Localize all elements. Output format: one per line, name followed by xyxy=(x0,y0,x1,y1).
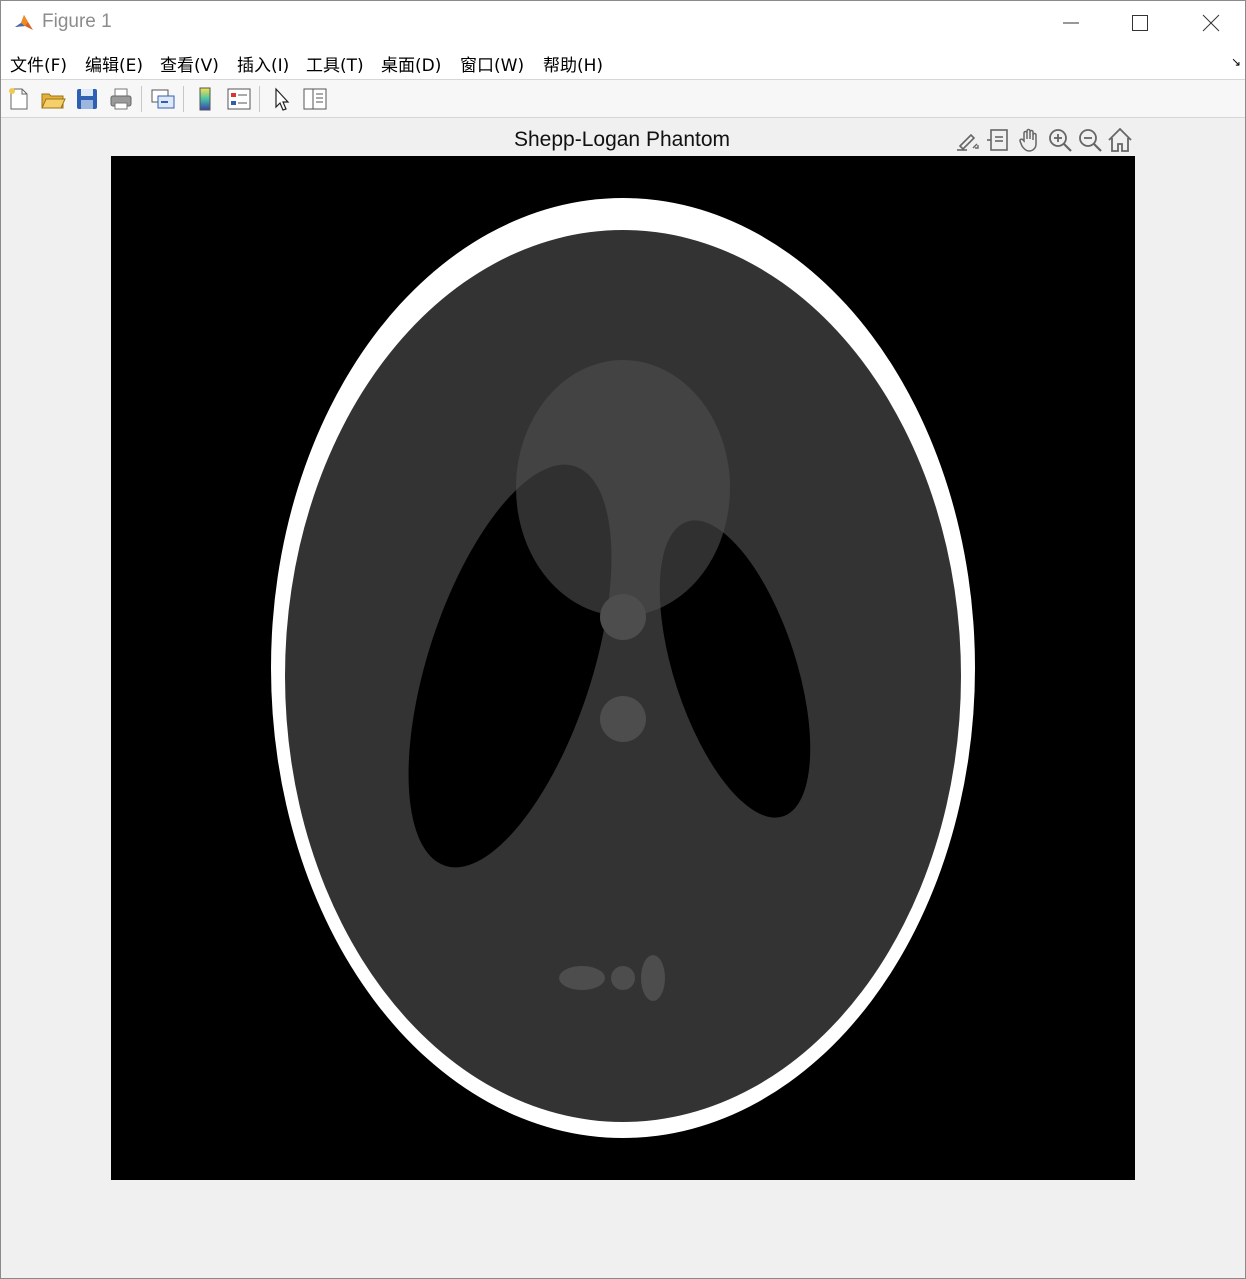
axes-toolbar xyxy=(954,126,1136,154)
upper-ellipse xyxy=(516,360,730,616)
edit-plot-pointer-icon[interactable] xyxy=(267,85,295,113)
menu-view[interactable]: 查看(V) xyxy=(160,51,219,76)
small-circle-lower xyxy=(600,696,646,742)
maximize-button[interactable] xyxy=(1110,1,1170,45)
bottom-center-circle xyxy=(611,966,635,990)
print-icon[interactable] xyxy=(107,85,135,113)
menu-edit[interactable]: 编辑(E) xyxy=(85,51,143,76)
colorbar-icon[interactable] xyxy=(191,85,219,113)
data-tips-icon[interactable] xyxy=(985,126,1013,154)
window-title: Figure 1 xyxy=(42,11,112,32)
toolbar-separator xyxy=(259,86,260,112)
phantom-image[interactable] xyxy=(111,156,1135,1180)
menu-file[interactable]: 文件(F) xyxy=(10,51,67,76)
minimize-icon xyxy=(1063,22,1079,24)
menu-help[interactable]: 帮助(H) xyxy=(543,51,603,76)
menu-desktop[interactable]: 桌面(D) xyxy=(381,51,441,76)
matlab-logo-icon xyxy=(13,12,35,34)
close-icon xyxy=(1202,14,1220,32)
close-button[interactable] xyxy=(1181,1,1241,45)
open-file-icon[interactable] xyxy=(39,85,67,113)
figure-toolbar xyxy=(1,79,1245,118)
zoom-out-icon[interactable] xyxy=(1076,126,1104,154)
dock-arrow-icon[interactable]: ↘ xyxy=(1231,55,1241,69)
legend-icon[interactable] xyxy=(225,85,253,113)
link-plot-icon[interactable] xyxy=(149,85,177,113)
menu-insert[interactable]: 插入(I) xyxy=(237,51,289,76)
zoom-in-icon[interactable] xyxy=(1046,126,1074,154)
bottom-left-ellipse xyxy=(559,966,605,990)
pan-icon[interactable] xyxy=(1016,126,1044,154)
menu-tools[interactable]: 工具(T) xyxy=(306,51,364,76)
save-icon[interactable] xyxy=(73,85,101,113)
minimize-button[interactable] xyxy=(1041,1,1101,45)
bottom-right-ellipse xyxy=(641,955,665,1001)
toolbar-separator xyxy=(183,86,184,112)
brush-icon[interactable] xyxy=(954,126,982,154)
maximize-icon xyxy=(1132,15,1148,31)
toolbar-separator xyxy=(141,86,142,112)
small-circle-upper xyxy=(600,594,646,640)
property-inspector-icon[interactable] xyxy=(301,85,329,113)
menu-window[interactable]: 窗口(W) xyxy=(460,51,524,76)
menu-bar: 文件(F) 编辑(E) 查看(V) 插入(I) 工具(T) 桌面(D) 窗口(W… xyxy=(1,45,1245,79)
new-figure-icon[interactable] xyxy=(5,85,33,113)
title-bar[interactable]: Figure 1 xyxy=(1,1,1245,45)
restore-view-icon[interactable] xyxy=(1106,126,1134,154)
phantom-image-svg xyxy=(111,156,1135,1180)
